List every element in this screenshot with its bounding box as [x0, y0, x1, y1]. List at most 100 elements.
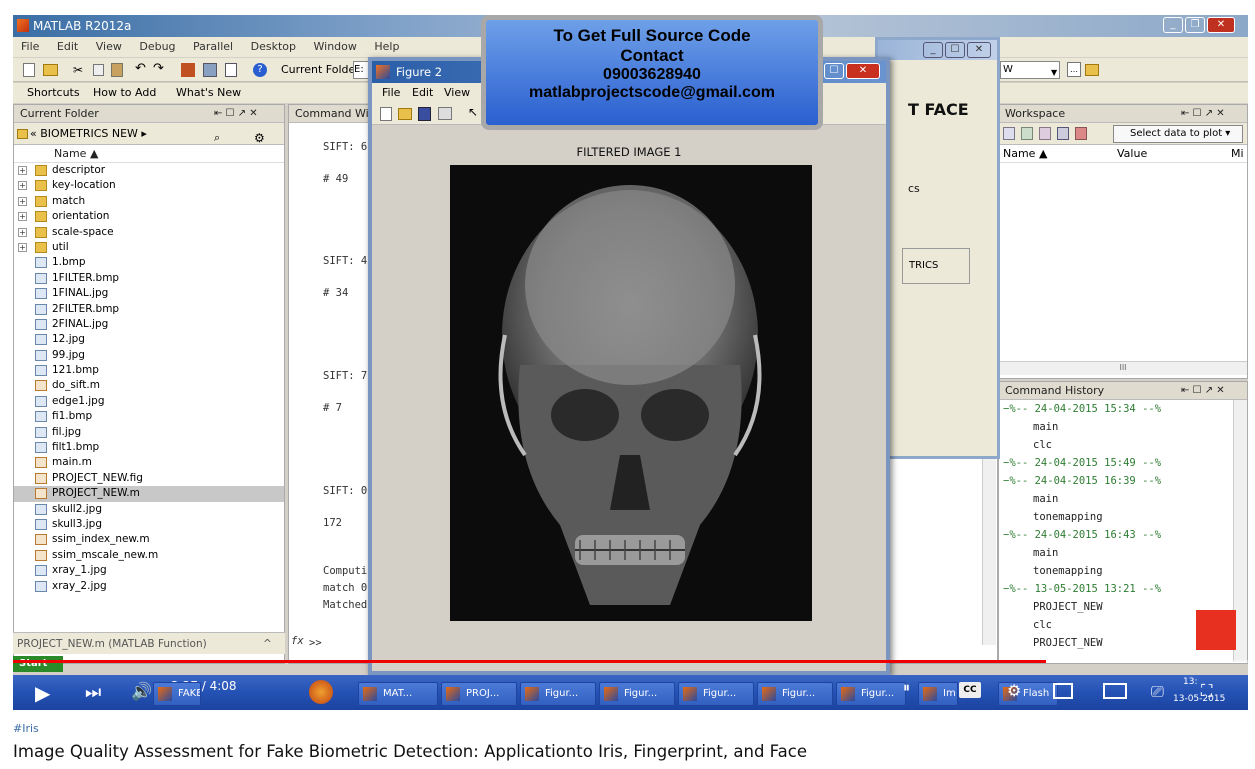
cut-icon[interactable]: ✂	[73, 62, 83, 78]
figure-close-button[interactable]: ✕	[846, 63, 880, 79]
menu-debug[interactable]: Debug	[139, 40, 175, 53]
taskbar-figure-button[interactable]: Figur...	[836, 682, 906, 706]
history-session-header[interactable]: −%-- 24-04-2015 16:39 --%	[1003, 472, 1247, 490]
redo-icon[interactable]: ↷	[153, 61, 164, 77]
browse-button[interactable]: …	[1067, 62, 1081, 77]
folder-path[interactable]: « BIOMETRICS NEW ▸	[30, 127, 147, 140]
menu-window[interactable]: Window	[314, 40, 357, 53]
current-folder-input[interactable]: E:	[353, 61, 369, 79]
save-icon[interactable]	[1057, 127, 1069, 140]
fig-menu-file[interactable]: File	[382, 83, 400, 103]
file-item[interactable]: xray_1.jpg	[14, 563, 284, 578]
dropdown-arrow-icon[interactable]: ▼	[1051, 61, 1057, 85]
expand-icon[interactable]: +	[18, 212, 27, 222]
minimize-button[interactable]: _	[1163, 17, 1183, 33]
fig-menu-edit[interactable]: Edit	[412, 83, 433, 103]
guide-icon[interactable]	[203, 63, 217, 77]
delete-icon[interactable]	[1075, 127, 1087, 140]
history-command[interactable]: tonemapping	[1003, 508, 1247, 526]
video-progress-bar[interactable]	[13, 660, 1248, 663]
file-details-bar[interactable]: PROJECT_NEW.m (MATLAB Function) ^	[13, 632, 285, 654]
start-button[interactable]: Start	[13, 656, 63, 672]
gear-icon[interactable]: ⚙	[254, 127, 265, 149]
ws-min-column[interactable]: Mi	[1231, 145, 1244, 163]
volume-icon[interactable]: 🔊	[131, 682, 152, 702]
file-item[interactable]: 12.jpg	[14, 332, 284, 347]
paste-icon[interactable]	[111, 63, 123, 77]
hashtag-link[interactable]: #Iris	[13, 722, 39, 735]
figure-maximize-button[interactable]: ☐	[824, 63, 844, 79]
file-item[interactable]: skull2.jpg	[14, 502, 284, 517]
up-folder-icon[interactable]	[1085, 64, 1099, 76]
theater-icon[interactable]	[1103, 683, 1127, 699]
folder-item[interactable]: + match	[14, 194, 284, 209]
menu-file[interactable]: File	[21, 40, 39, 53]
taskbar-figure-button[interactable]: Figur...	[678, 682, 754, 706]
history-command[interactable]: tonemapping	[1003, 562, 1247, 580]
select-data-to-plot[interactable]: Select data to plot ▾	[1113, 125, 1243, 143]
taskbar-image-button[interactable]: Im	[918, 682, 958, 706]
maximize-button[interactable]: ❐	[1185, 17, 1205, 33]
cast-icon[interactable]: ⎚	[1151, 682, 1164, 702]
taskbar-fake-button[interactable]: FAKE...	[153, 682, 201, 706]
settings-icon[interactable]: ⚙	[1007, 681, 1021, 700]
play-icon[interactable]: ▶	[35, 681, 50, 705]
expand-icon[interactable]: +	[18, 227, 27, 237]
undo-icon[interactable]: ↶	[135, 61, 146, 77]
file-item[interactable]: 99.jpg	[14, 348, 284, 363]
folder-item[interactable]: + scale-space	[14, 225, 284, 240]
folder-path-bar[interactable]: « BIOMETRICS NEW ▸ ⌕ ⚙	[14, 123, 284, 145]
name-column-header[interactable]: Name ▲	[14, 145, 284, 163]
menu-help[interactable]: Help	[374, 40, 399, 53]
expand-icon[interactable]: +	[18, 181, 27, 191]
fig-menu-view[interactable]: View	[444, 83, 470, 103]
new-variable-icon[interactable]	[1003, 127, 1015, 140]
history-session-header[interactable]: −%-- 24-04-2015 15:34 --%	[1003, 400, 1247, 418]
ws-name-column[interactable]: Name ▲	[1003, 145, 1047, 163]
folder-item[interactable]: + orientation	[14, 209, 284, 224]
taskbar-project-button[interactable]: PROJ...	[441, 682, 517, 706]
pause-icon[interactable]: ⏸	[903, 680, 910, 696]
file-item[interactable]: edge1.jpg	[14, 394, 284, 409]
ws-value-column[interactable]: Value	[1117, 145, 1147, 163]
gui-minimize-button[interactable]: _	[923, 42, 943, 58]
open-folder-icon[interactable]	[43, 64, 58, 76]
menu-view[interactable]: View	[96, 40, 122, 53]
cc-icon[interactable]: CC	[959, 682, 981, 698]
taskbar-figure-button[interactable]: Figur...	[757, 682, 833, 706]
file-item[interactable]: fi1.bmp	[14, 409, 284, 424]
taskbar-figure-button[interactable]: Figur...	[520, 682, 596, 706]
workspace-hscrollbar[interactable]: III	[999, 361, 1247, 375]
file-item[interactable]: 1FINAL.jpg	[14, 286, 284, 301]
file-item[interactable]: 121.bmp	[14, 363, 284, 378]
gui-metrics-button[interactable]: TRICS	[902, 248, 970, 284]
folder-item[interactable]: + key-location	[14, 178, 284, 193]
file-item[interactable]: ssim_mscale_new.m	[14, 548, 284, 563]
taskbar-matlab-button[interactable]: MAT...	[358, 682, 438, 706]
history-command[interactable]: clc	[1003, 436, 1247, 454]
fig-open-icon[interactable]	[398, 108, 412, 120]
command-prompt[interactable]: >>	[309, 637, 322, 649]
history-command[interactable]: main	[1003, 544, 1247, 562]
expand-icon[interactable]: +	[18, 242, 27, 252]
history-command[interactable]: main	[1003, 418, 1247, 436]
panel-controls[interactable]: ⇤ ☐ ↗ ✕	[1181, 382, 1225, 400]
gui-maximize-button[interactable]: ☐	[945, 42, 965, 58]
panel-controls[interactable]: ⇤ ☐ ↗ ✕	[1181, 105, 1225, 123]
file-item[interactable]: 1.bmp	[14, 255, 284, 270]
simulink-icon[interactable]	[181, 63, 195, 77]
fig-new-icon[interactable]	[380, 107, 392, 121]
file-item[interactable]: main.m	[14, 455, 284, 470]
menu-desktop[interactable]: Desktop	[251, 40, 296, 53]
file-item[interactable]: fil.jpg	[14, 425, 284, 440]
panel-controls[interactable]: ⇤ ☐ ↗ ✕	[214, 105, 258, 123]
history-command[interactable]: main	[1003, 490, 1247, 508]
file-item[interactable]: 1FILTER.bmp	[14, 271, 284, 286]
miniplayer-icon[interactable]	[1053, 683, 1073, 699]
expand-icon[interactable]: +	[18, 196, 27, 206]
menu-edit[interactable]: Edit	[57, 40, 78, 53]
open-variable-icon[interactable]	[1021, 127, 1033, 140]
next-icon[interactable]: ⏭	[85, 682, 101, 703]
fig-save-icon[interactable]	[418, 107, 431, 121]
help-icon[interactable]: ?	[253, 63, 267, 77]
